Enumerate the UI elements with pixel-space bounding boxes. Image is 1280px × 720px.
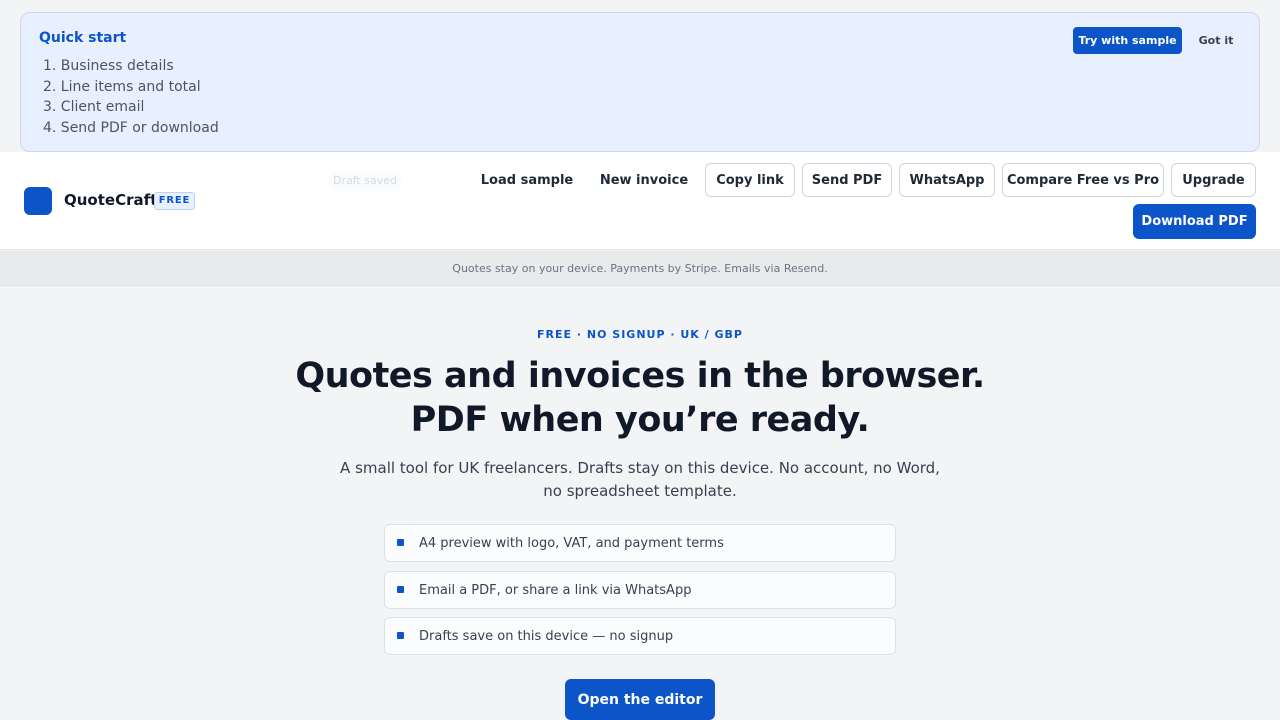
- feature-text: A4 preview with logo, VAT, and payment t…: [419, 536, 724, 551]
- hero-headline: Quotes and invoices in the browser. PDF …: [295, 356, 985, 440]
- plan-badge: FREE: [154, 192, 195, 210]
- quick-start-step: 3. Client email: [43, 99, 145, 115]
- got-it-button[interactable]: Got it: [1191, 27, 1241, 54]
- load-sample-button[interactable]: Load sample: [472, 163, 582, 197]
- privacy-notice: Quotes stay on your device. Payments by …: [0, 251, 1280, 286]
- app-header: QuoteCraft FREE Draft saved Load sample …: [0, 152, 1280, 250]
- feature-text: Drafts save on this device — no signup: [419, 629, 674, 644]
- feature-list: A4 preview with logo, VAT, and payment t…: [384, 524, 896, 664]
- quick-start-steps: 1. Business details 2. Line items and to…: [43, 56, 219, 138]
- quick-start-step: 1. Business details: [43, 58, 174, 74]
- bullet-icon: [397, 539, 404, 546]
- draft-status-indicator: Draft saved: [328, 171, 402, 191]
- quick-start-step: 4. Send PDF or download: [43, 119, 219, 136]
- feature-item: A4 preview with logo, VAT, and payment t…: [384, 524, 896, 562]
- feature-item: Email a PDF, or share a link via WhatsAp…: [384, 570, 896, 609]
- app-logo-icon: [24, 187, 52, 215]
- quick-start-title: Quick start: [39, 30, 127, 46]
- quick-start-step: 2. Line items and total: [43, 78, 201, 95]
- brand-name: QuoteCraft: [64, 191, 158, 209]
- copy-link-button[interactable]: Copy link: [705, 163, 795, 197]
- new-invoice-button[interactable]: New invoice: [590, 163, 698, 197]
- whatsapp-button[interactable]: WhatsApp: [899, 163, 995, 197]
- feature-text: Email a PDF, or share a link via WhatsAp…: [419, 582, 692, 598]
- hero-eyebrow: FREE · NO SIGNUP · UK / GBP: [537, 328, 743, 341]
- quick-start-banner: Quick start 1. Business details 2. Line …: [20, 12, 1260, 152]
- hero-subhead: A small tool for UK freelancers. Drafts …: [340, 459, 940, 500]
- try-with-sample-button[interactable]: Try with sample: [1073, 27, 1182, 54]
- compare-plans-button[interactable]: Compare Free vs Pro: [1002, 163, 1164, 197]
- bullet-icon: [397, 585, 404, 593]
- feature-item: Drafts save on this device — no signup: [384, 617, 896, 655]
- open-editor-button[interactable]: Open the editor: [565, 679, 715, 720]
- send-pdf-button[interactable]: Send PDF: [802, 163, 892, 197]
- download-pdf-button[interactable]: Download PDF: [1133, 204, 1256, 239]
- bullet-icon: [397, 632, 404, 639]
- upgrade-button[interactable]: Upgrade: [1171, 163, 1256, 197]
